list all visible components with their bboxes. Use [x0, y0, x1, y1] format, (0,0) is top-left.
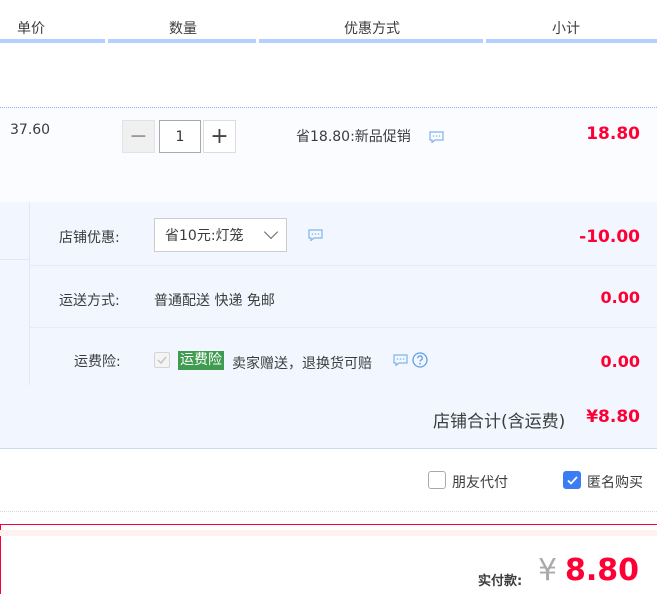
divider	[0, 259, 29, 260]
divider	[0, 511, 657, 512]
unit-price: 37.60	[10, 122, 51, 138]
shipping-amount: 0.00	[600, 288, 640, 307]
friend-pay-label: 朋友代付	[452, 475, 508, 491]
message-icon[interactable]	[429, 131, 444, 147]
quantity-stepper: − 1 +	[122, 120, 236, 153]
insurance-checkbox[interactable]	[154, 352, 170, 368]
store-total-amount: ¥8.80	[586, 407, 640, 427]
message-icon[interactable]	[308, 229, 323, 245]
shipping-label: 运送方式:	[59, 293, 120, 309]
increase-qty-button[interactable]: +	[203, 120, 236, 153]
item-promo-text: 省18.80:新品促销	[296, 129, 411, 145]
insurance-text: 卖家赠送，退换货可赔	[232, 356, 372, 372]
col-price-underline	[0, 39, 105, 43]
store-discount-amount: -10.00	[579, 227, 640, 247]
help-icon[interactable]	[412, 352, 428, 372]
item-subtotal: 18.80	[586, 124, 640, 144]
checkmark-icon	[566, 475, 578, 485]
friend-pay-checkbox[interactable]	[428, 471, 446, 489]
col-promo-underline	[259, 39, 483, 43]
item-row	[0, 107, 657, 202]
message-icon[interactable]	[393, 354, 408, 370]
shipping-value: 普通配送 快递 免邮	[154, 293, 275, 309]
pay-panel-bar	[0, 530, 657, 536]
insurance-amount: 0.00	[600, 352, 640, 371]
col-price-header: 单价	[17, 21, 45, 37]
divider	[29, 265, 657, 266]
col-qty-underline	[108, 39, 256, 43]
store-total-label: 店铺合计(含运费)	[433, 412, 566, 432]
pay-currency: ¥	[538, 553, 558, 588]
col-qty-header: 数量	[169, 21, 197, 37]
insurance-badge: 运费险	[178, 351, 224, 370]
pay-amount: 8.80	[565, 553, 640, 588]
chevron-down-icon	[263, 224, 279, 240]
store-discount-selected: 省10元:灯笼	[165, 228, 244, 244]
store-discount-label: 店铺优惠:	[59, 230, 120, 246]
col-subtotal-underline	[486, 39, 657, 43]
pay-label: 实付款:	[478, 574, 523, 589]
insurance-label: 运费险:	[74, 354, 121, 370]
anonymous-checkbox[interactable]	[563, 471, 581, 489]
divider	[29, 327, 657, 328]
quantity-input[interactable]: 1	[159, 120, 201, 153]
anonymous-label: 匿名购买	[587, 475, 643, 491]
col-promo-header: 优惠方式	[344, 21, 400, 37]
decrease-qty-button[interactable]: −	[122, 120, 155, 153]
col-subtotal-header: 小计	[552, 21, 580, 37]
store-discount-select[interactable]: 省10元:灯笼	[154, 218, 287, 252]
table-header: 单价 数量 优惠方式 小计	[0, 0, 657, 44]
